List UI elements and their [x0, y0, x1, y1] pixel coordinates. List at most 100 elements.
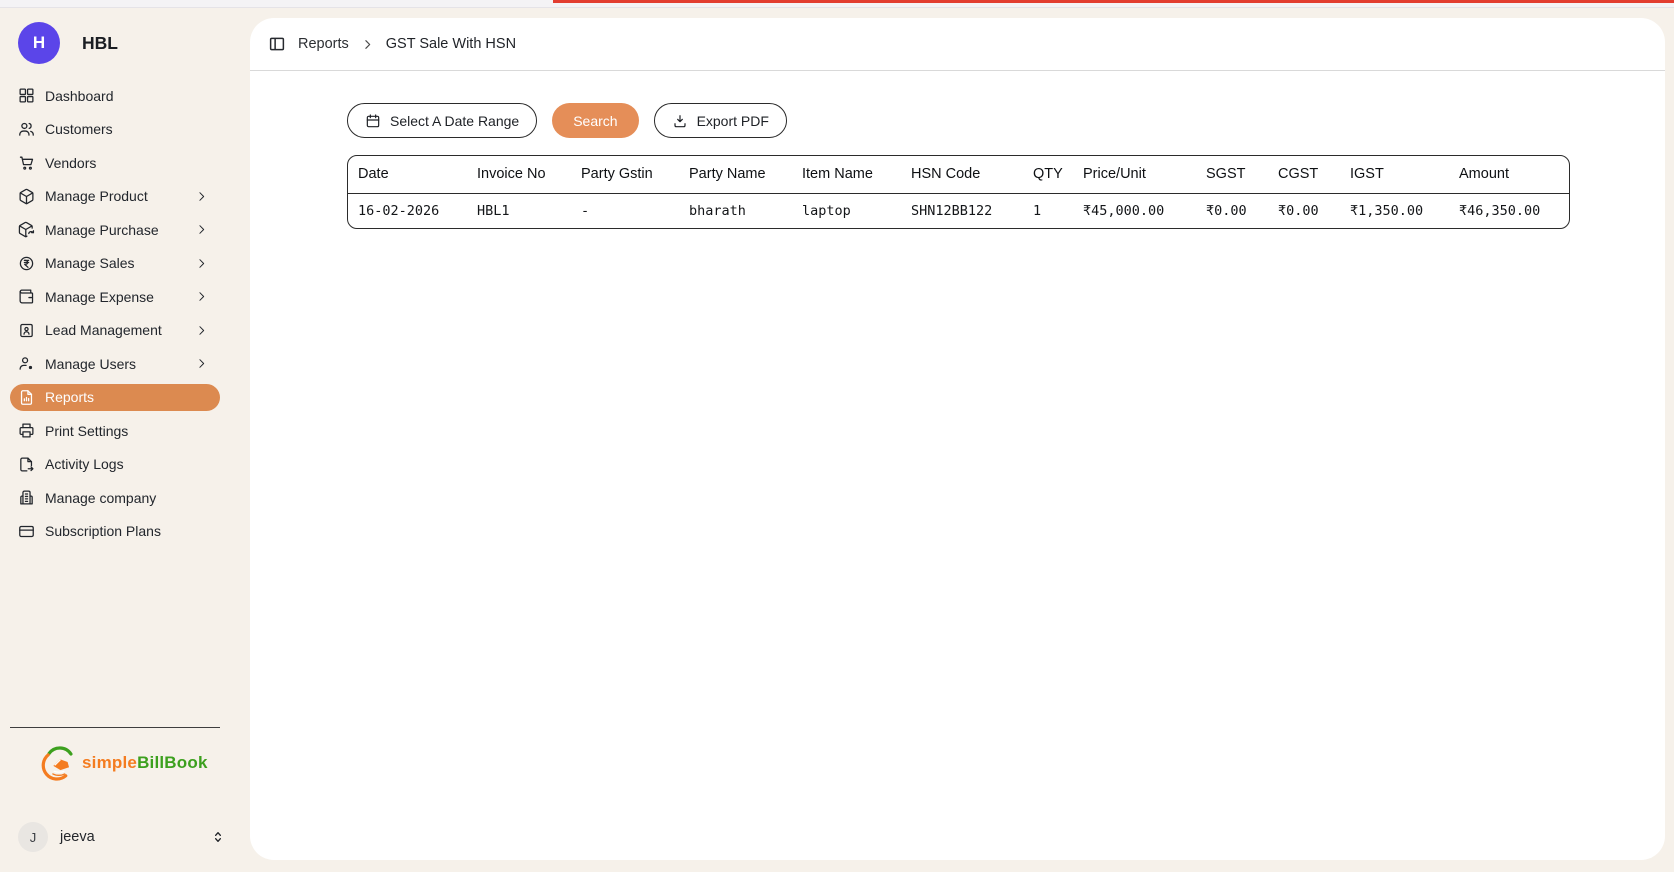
report-icon [18, 389, 35, 406]
date-range-label: Select A Date Range [390, 113, 519, 129]
export-pdf-button[interactable]: Export PDF [654, 103, 787, 138]
search-button[interactable]: Search [552, 103, 638, 138]
table-column-header: Item Name [792, 156, 901, 193]
user-avatar: J [18, 822, 48, 852]
sidebar: H HBL Dashboard Customers Vendors Manage Pr… [0, 8, 250, 872]
chevron-right-icon [195, 190, 208, 203]
user-name: jeeva [60, 829, 198, 845]
id-badge-icon [18, 322, 35, 339]
table-column-header: Party Name [679, 156, 792, 193]
chevron-right-icon [195, 324, 208, 337]
table-cell: - [571, 193, 679, 228]
table-cell: HBL1 [467, 193, 571, 228]
sidebar-item-label: Manage Sales [45, 255, 185, 271]
user-menu[interactable]: J jeeva [18, 820, 226, 854]
sidebar-item-manage-product[interactable]: Manage Product [10, 183, 220, 211]
unfold-more-icon[interactable] [210, 829, 226, 845]
sidebar-item-label: Dashboard [45, 88, 208, 104]
chevron-right-icon [361, 38, 374, 51]
sidebar-item-reports[interactable]: Reports [10, 384, 220, 412]
logo-word-simple: simple [82, 753, 137, 772]
sidebar-item-manage-expense[interactable]: Manage Expense [10, 283, 220, 311]
package-icon [18, 188, 35, 205]
printer-icon [18, 422, 35, 439]
sidebar-item-label: Manage company [45, 490, 208, 506]
table-cell: ₹45,000.00 [1073, 193, 1196, 228]
sidebar-item-customers[interactable]: Customers [10, 116, 220, 144]
toolbar: Select A Date Range Search Export PDF [347, 103, 1665, 138]
table-cell: ₹46,350.00 [1449, 193, 1570, 228]
table-column-header: SGST [1196, 156, 1268, 193]
sidebar-item-manage-purchase[interactable]: Manage Purchase [10, 216, 220, 244]
table-cell: bharath [679, 193, 792, 228]
sidebar-item-lead-management[interactable]: Lead Management [10, 317, 220, 345]
dashboard-icon [18, 87, 35, 104]
download-icon [672, 113, 688, 129]
table-column-header: QTY [1023, 156, 1073, 193]
brand-avatar-letter: H [33, 33, 45, 53]
simplebillbook-logo: simpleBillBook [41, 741, 208, 785]
sidebar-item-dashboard[interactable]: Dashboard [10, 82, 220, 110]
chevron-right-icon [195, 290, 208, 303]
sidebar-item-label: Subscription Plans [45, 523, 208, 539]
report-table: DateInvoice NoParty GstinParty NameItem … [347, 155, 1570, 229]
breadcrumb-section[interactable]: Reports [298, 36, 349, 52]
brand-avatar[interactable]: H [18, 22, 60, 64]
sidebar-item-label: Manage Users [45, 356, 185, 372]
sidebar-item-vendors[interactable]: Vendors [10, 149, 220, 177]
table-header-row: DateInvoice NoParty GstinParty NameItem … [348, 156, 1570, 193]
sidebar-toggle-icon[interactable] [268, 35, 286, 53]
sidebar-item-manage-users[interactable]: Manage Users [10, 350, 220, 378]
table-cell: ₹0.00 [1196, 193, 1268, 228]
sidebar-divider [10, 727, 220, 728]
table-cell: 16-02-2026 [348, 193, 467, 228]
brand: H HBL [18, 22, 118, 64]
wallet-icon [18, 288, 35, 305]
table-cell: ₹1,350.00 [1340, 193, 1449, 228]
sidebar-item-label: Print Settings [45, 423, 208, 439]
export-pdf-label: Export PDF [697, 113, 769, 129]
table-column-header: Party Gstin [571, 156, 679, 193]
sidebar-item-label: Lead Management [45, 322, 185, 338]
logo-text: simpleBillBook [82, 753, 208, 773]
main-card: Reports GST Sale With HSN Select A Date … [250, 18, 1665, 860]
sidebar-item-label: Reports [45, 389, 208, 405]
sidebar-item-manage-company[interactable]: Manage company [10, 484, 220, 512]
sidebar-item-label: Vendors [45, 155, 208, 171]
table-cell: ₹0.00 [1268, 193, 1340, 228]
chevron-right-icon [195, 223, 208, 236]
date-range-button[interactable]: Select A Date Range [347, 103, 537, 138]
calendar-icon [365, 113, 381, 129]
logo-word-billbook: BillBook [137, 753, 208, 772]
chevron-right-icon [195, 257, 208, 270]
table-column-header: CGST [1268, 156, 1340, 193]
browser-top-strip [0, 0, 1674, 8]
table-column-header: Date [348, 156, 467, 193]
sidebar-item-label: Manage Product [45, 188, 185, 204]
table-column-header: Invoice No [467, 156, 571, 193]
sidebar-item-activity-logs[interactable]: Activity Logs [10, 451, 220, 479]
app-root: H HBL Dashboard Customers Vendors Manage Pr… [0, 0, 1674, 872]
top-progress-line [553, 0, 1674, 3]
sidebar-item-label: Manage Purchase [45, 222, 185, 238]
table-cell: SHN12BB122 [901, 193, 1023, 228]
file-arrow-icon [18, 456, 35, 473]
table-cell: laptop [792, 193, 901, 228]
sidebar-item-label: Customers [45, 121, 208, 137]
table-row: 16-02-2026HBL1-bharathlaptopSHN12BB1221₹… [348, 193, 1570, 228]
user-avatar-letter: J [30, 830, 37, 845]
breadcrumb-page: GST Sale With HSN [386, 36, 516, 52]
brand-name: HBL [82, 33, 118, 54]
credit-card-icon [18, 523, 35, 540]
sidebar-item-print-settings[interactable]: Print Settings [10, 417, 220, 445]
table-column-header: IGST [1340, 156, 1449, 193]
sidebar-item-label: Activity Logs [45, 456, 208, 472]
rupee-circle-icon [18, 255, 35, 272]
sidebar-item-manage-sales[interactable]: Manage Sales [10, 250, 220, 278]
package-sync-icon [18, 221, 35, 238]
table-column-header: HSN Code [901, 156, 1023, 193]
sidebar-item-subscription-plans[interactable]: Subscription Plans [10, 518, 220, 546]
user-dot-icon [18, 355, 35, 372]
customers-icon [18, 121, 35, 138]
cart-icon [18, 154, 35, 171]
